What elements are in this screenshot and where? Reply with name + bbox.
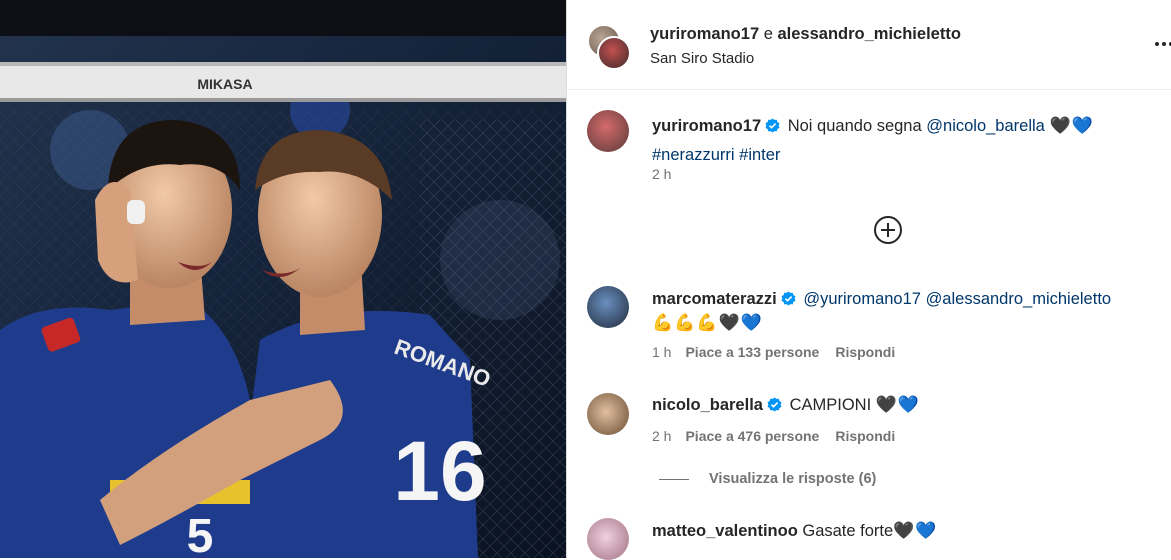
heart-emojis: 🖤💙 bbox=[718, 313, 763, 332]
post-header: yuriromano17 e alessandro_michieletto Sa… bbox=[567, 0, 1171, 90]
verified-badge-icon bbox=[781, 291, 796, 306]
comment-meta: 1 h Piace a 133 persone Rispondi bbox=[652, 344, 895, 360]
timestamp[interactable]: 2 h bbox=[652, 166, 671, 182]
collab-avatars[interactable] bbox=[587, 24, 631, 70]
post-caption: yuriromano17 Noi quando segna @nicolo_ba… bbox=[652, 111, 1152, 170]
caption-text: Noi quando segna bbox=[787, 117, 922, 135]
post-sidebar: yuriromano17 e alessandro_michieletto Sa… bbox=[566, 0, 1171, 560]
avatar[interactable] bbox=[587, 110, 629, 152]
divider-line bbox=[659, 478, 689, 480]
likes-count-link[interactable]: Piace a 476 persone bbox=[685, 428, 819, 444]
hashtag-link[interactable]: #nerazzurri bbox=[652, 146, 735, 164]
caption-meta: 2 h bbox=[652, 166, 685, 182]
volleyball-players-image: MIKASA 5 ROMANO 16 bbox=[0, 0, 566, 558]
view-replies-button[interactable]: Visualizza le risposte (6) bbox=[659, 471, 876, 487]
hashtag-link[interactable]: #inter bbox=[739, 146, 780, 164]
verified-badge-icon bbox=[767, 397, 782, 412]
reply-button[interactable]: Rispondi bbox=[835, 428, 895, 444]
timestamp[interactable]: 2 h bbox=[652, 428, 671, 444]
comment: marcomaterazzi @yuriromano17 @alessandro… bbox=[652, 287, 1162, 335]
username-link[interactable]: yuriromano17 bbox=[650, 25, 759, 43]
comment: matteo_valentinoo Gasate forte🖤💙 bbox=[652, 519, 1162, 543]
comment-text: CAMPIONI bbox=[789, 396, 872, 414]
reply-button[interactable]: Rispondi bbox=[835, 344, 895, 360]
mention-link[interactable]: @alessandro_michieletto bbox=[926, 290, 1112, 308]
avatar[interactable] bbox=[587, 393, 629, 435]
heart-emojis: 🖤💙 bbox=[893, 521, 938, 540]
avatar[interactable] bbox=[587, 518, 629, 560]
avatar[interactable] bbox=[587, 286, 629, 328]
comment-text: Gasate forte bbox=[802, 522, 894, 540]
view-replies-label: Visualizza le risposte (6) bbox=[709, 471, 877, 487]
username-link[interactable]: matteo_valentinoo bbox=[652, 522, 798, 540]
comment: nicolo_barella CAMPIONI 🖤💙 bbox=[652, 393, 1162, 417]
mention-link[interactable]: @yuriromano17 bbox=[803, 290, 921, 308]
net-brand-text: MIKASA bbox=[197, 76, 252, 92]
timestamp[interactable]: 1 h bbox=[652, 344, 671, 360]
conjunction-text: e bbox=[763, 25, 773, 43]
mention-link[interactable]: @nicolo_barella bbox=[926, 117, 1045, 135]
username-link[interactable]: alessandro_michieletto bbox=[778, 25, 961, 43]
heart-emojis: 🖤💙 bbox=[1049, 116, 1094, 135]
front-number: 5 bbox=[187, 510, 214, 558]
more-options-icon[interactable] bbox=[1155, 34, 1171, 54]
location-link[interactable]: San Siro Stadio bbox=[650, 50, 754, 67]
avatar[interactable] bbox=[597, 36, 631, 70]
add-circle-icon[interactable] bbox=[872, 214, 904, 246]
username-link[interactable]: yuriromano17 bbox=[652, 117, 761, 135]
comment-meta: 2 h Piace a 476 persone Rispondi bbox=[652, 428, 895, 444]
likes-count-link[interactable]: Piace a 133 persone bbox=[685, 344, 819, 360]
heart-emojis: 🖤💙 bbox=[875, 395, 921, 414]
username-link[interactable]: marcomaterazzi bbox=[652, 290, 777, 308]
verified-badge-icon bbox=[765, 118, 780, 133]
post-photo[interactable]: MIKASA 5 ROMANO 16 bbox=[0, 0, 566, 558]
collab-usernames: yuriromano17 e alessandro_michieletto bbox=[650, 25, 961, 44]
instagram-post-view: MIKASA 5 ROMANO 16 yuriromano17 e alessa… bbox=[0, 0, 1171, 560]
jersey-number: 16 bbox=[393, 424, 486, 518]
flex-emojis: 💪💪💪 bbox=[652, 313, 719, 332]
username-link[interactable]: nicolo_barella bbox=[652, 396, 763, 414]
